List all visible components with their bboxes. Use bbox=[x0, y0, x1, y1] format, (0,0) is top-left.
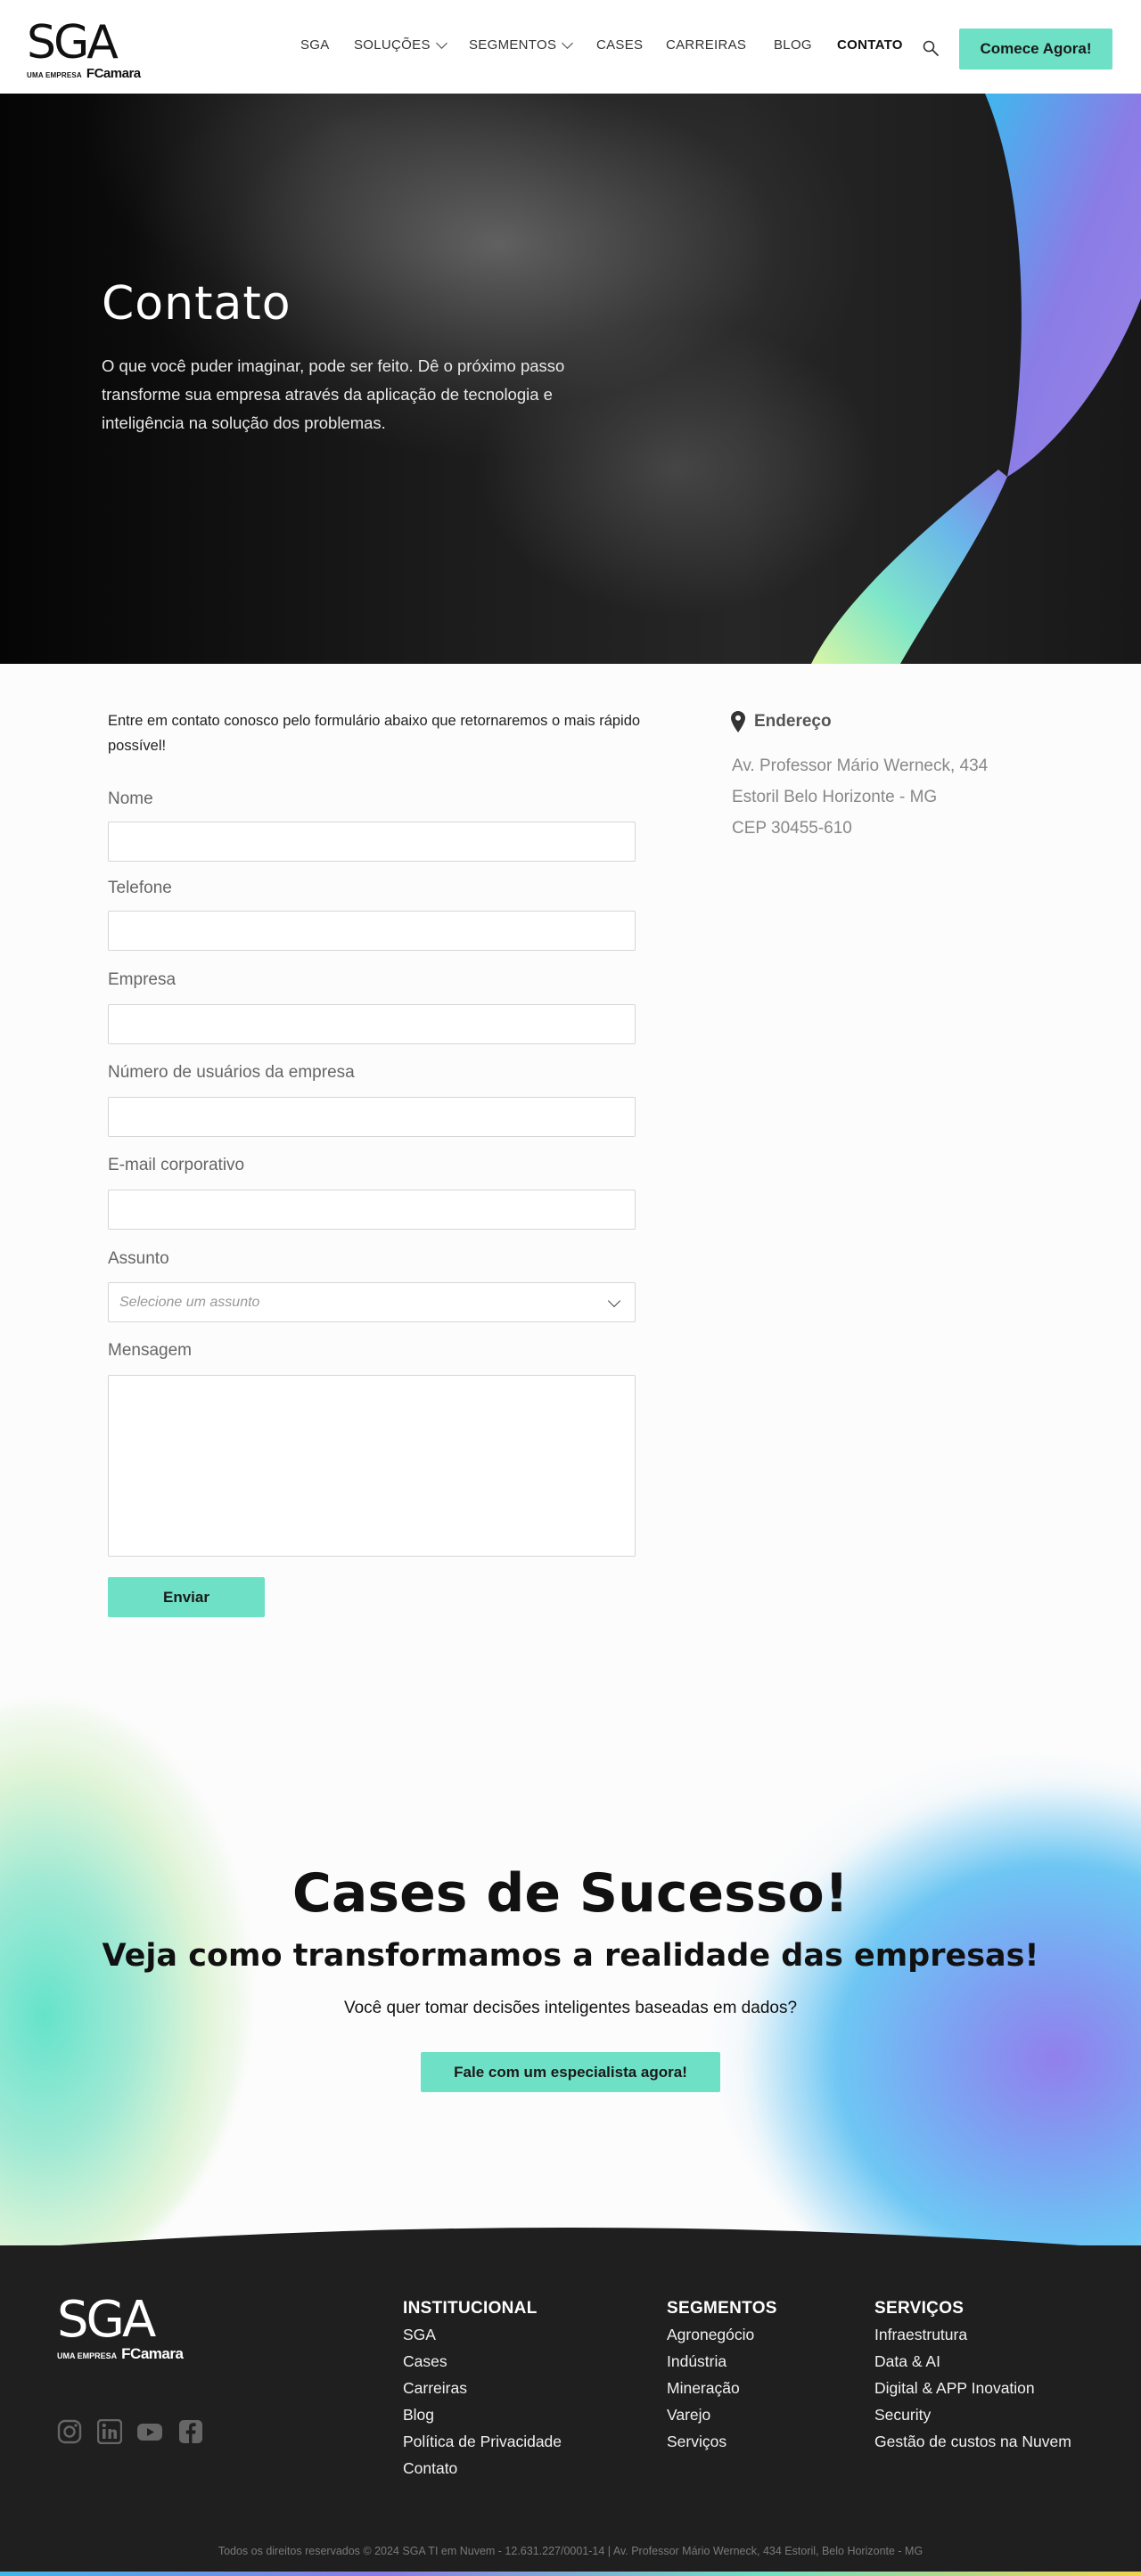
instagram-icon[interactable] bbox=[57, 2419, 82, 2444]
chevron-down-icon bbox=[435, 37, 447, 49]
site-footer bbox=[0, 2245, 1141, 2576]
mensagem-textarea[interactable] bbox=[108, 1375, 636, 1557]
form-intro: Entre em contato conosco pelo formulário… bbox=[108, 713, 641, 754]
logo-prefix: UMA EMPRESA bbox=[27, 71, 82, 79]
nav-label: SEGMENTOS bbox=[469, 37, 557, 53]
nome-label: Nome bbox=[108, 789, 153, 808]
address-heading: Endereço bbox=[731, 711, 832, 732]
nav-item-contato[interactable]: CONTATO bbox=[837, 37, 903, 53]
footer-link[interactable]: Cases bbox=[403, 2352, 447, 2371]
empresa-label: Empresa bbox=[108, 970, 176, 989]
assunto-select[interactable]: Selecione um assunto bbox=[108, 1282, 636, 1322]
nav-item-carreiras[interactable]: CARREIRAS bbox=[666, 37, 746, 53]
address-line: Estoril Belo Horizonte - MG bbox=[732, 788, 938, 806]
fale-especialista-button[interactable]: Fale com um especialista agora! bbox=[421, 2052, 720, 2092]
address-title: Endereço bbox=[754, 712, 832, 731]
assunto-placeholder: Selecione um assunto bbox=[119, 1295, 260, 1310]
address-line: CEP 30455-610 bbox=[732, 819, 852, 838]
search-icon[interactable] bbox=[922, 39, 940, 57]
cases-subtitle: Veja como transformamos a realidade das … bbox=[102, 1938, 1039, 1974]
decorative-gradient-left bbox=[0, 1702, 250, 2254]
nav-item-solucoes[interactable]: SOLUÇÕES bbox=[354, 37, 447, 53]
footer-link[interactable]: Data & AI bbox=[874, 2352, 940, 2371]
nome-input[interactable] bbox=[108, 822, 636, 862]
nav-label: CONTATO bbox=[837, 37, 903, 53]
youtube-icon[interactable] bbox=[137, 2419, 162, 2444]
nav-label: SOLUÇÕES bbox=[354, 37, 431, 53]
hero-subtitle: O que você puder imaginar, pode ser feit… bbox=[102, 356, 565, 432]
footer-logo-prefix: UMA EMPRESA bbox=[57, 2351, 118, 2360]
footer-link[interactable]: Serviços bbox=[667, 2433, 726, 2451]
usuarios-input[interactable] bbox=[108, 1097, 636, 1137]
facebook-icon[interactable] bbox=[178, 2419, 203, 2444]
nav-item-cases[interactable]: CASES bbox=[596, 37, 643, 53]
footer-link[interactable]: Infraestrutura bbox=[874, 2326, 967, 2344]
logo-wordmark: SGA bbox=[27, 16, 119, 70]
nav-item-blog[interactable]: BLOG bbox=[774, 37, 812, 53]
enviar-button[interactable]: Enviar bbox=[108, 1577, 265, 1617]
chevron-down-icon bbox=[562, 37, 574, 49]
usuarios-label: Número de usuários da empresa bbox=[108, 1063, 355, 1082]
nav-label: BLOG bbox=[774, 37, 812, 53]
footer-link[interactable]: Security bbox=[874, 2406, 931, 2425]
telefone-label: Telefone bbox=[108, 879, 172, 897]
chevron-down-icon bbox=[607, 1294, 621, 1308]
empresa-input[interactable] bbox=[108, 1004, 636, 1044]
nav-item-segmentos[interactable]: SEGMENTOS bbox=[469, 37, 574, 53]
footer-logo-wordmark: SGA bbox=[57, 2291, 156, 2349]
nav-label: CASES bbox=[596, 37, 644, 53]
footer-link[interactable]: SGA bbox=[403, 2326, 436, 2344]
footer-col-title-institucional: INSTITUCIONAL bbox=[403, 2299, 538, 2318]
page-title: Contato bbox=[102, 277, 291, 331]
footer-col-title-segmentos: SEGMENTOS bbox=[667, 2299, 777, 2318]
footer-link[interactable]: Política de Privacidade bbox=[403, 2433, 562, 2451]
footer-link[interactable]: Gestão de custos na Nuvem bbox=[874, 2433, 1071, 2451]
linkedin-icon[interactable] bbox=[97, 2419, 122, 2444]
cases-question: Você quer tomar decisões inteligentes ba… bbox=[343, 1999, 798, 2017]
logo-brand: FCamara bbox=[86, 66, 141, 81]
email-input[interactable] bbox=[108, 1190, 636, 1230]
footer-link[interactable]: Indústria bbox=[667, 2352, 726, 2371]
footer-link[interactable]: Digital & APP Inovation bbox=[874, 2379, 1035, 2398]
footer-link[interactable]: Blog bbox=[403, 2406, 434, 2425]
nav-label: CARREIRAS bbox=[666, 37, 747, 53]
site-header: SGA UMA EMPRESA FCamara SGA SOLUÇÕES SEG… bbox=[0, 0, 1141, 94]
hero-banner: Contato O que você puder imaginar, pode … bbox=[0, 94, 1141, 664]
footer-link[interactable]: Carreiras bbox=[403, 2379, 467, 2398]
nav-label: SGA bbox=[300, 37, 330, 53]
footer-link[interactable]: Agronegócio bbox=[667, 2326, 754, 2344]
footer-logo-brand: FCamara bbox=[121, 2345, 184, 2362]
nav-item-sga[interactable]: SGA bbox=[300, 37, 330, 53]
footer-link[interactable]: Varejo bbox=[667, 2406, 710, 2425]
footer-logo[interactable]: SGA UMA EMPRESA FCamara bbox=[57, 2291, 184, 2363]
telefone-input[interactable] bbox=[108, 911, 636, 951]
sga-logo[interactable]: SGA UMA EMPRESA FCamara bbox=[27, 16, 147, 81]
footer-link[interactable]: Mineração bbox=[667, 2379, 740, 2398]
assunto-label: Assunto bbox=[108, 1249, 169, 1268]
footer-gradient-bar bbox=[0, 2572, 1141, 2576]
copyright-text: Todos os direitos reservados © 2024 SGA … bbox=[218, 2545, 923, 2557]
mensagem-label: Mensagem bbox=[108, 1341, 192, 1360]
email-label: E-mail corporativo bbox=[108, 1156, 245, 1174]
footer-link[interactable]: Contato bbox=[403, 2459, 457, 2478]
cases-title: Cases de Sucesso! bbox=[291, 1862, 850, 1925]
footer-col-title-servicos: SERVIÇOS bbox=[874, 2299, 965, 2318]
address-line: Av. Professor Mário Werneck, 434 bbox=[732, 756, 989, 775]
comece-agora-button[interactable]: Comece Agora! bbox=[959, 29, 1112, 70]
map-pin-icon bbox=[731, 711, 745, 732]
